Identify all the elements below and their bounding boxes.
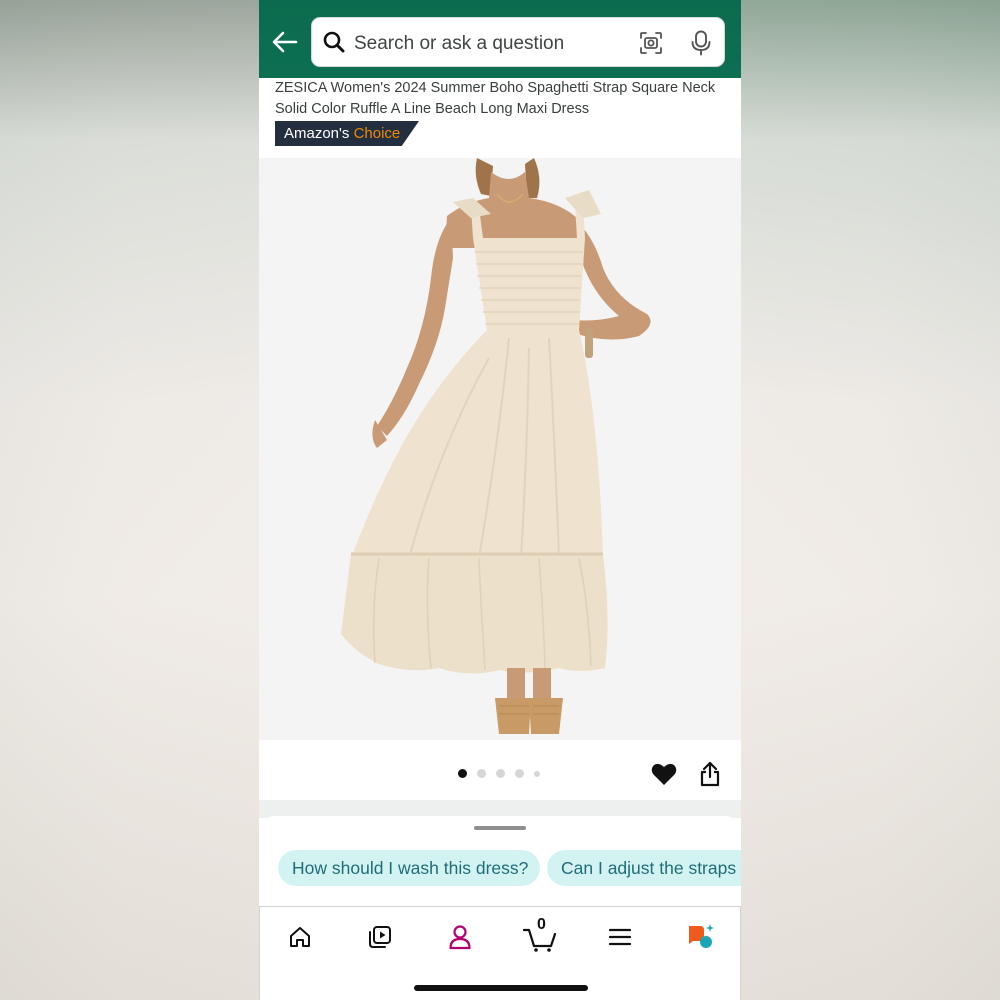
background-left-blur <box>0 0 259 1000</box>
sheet-drag-handle[interactable] <box>474 826 526 830</box>
account-icon <box>449 925 471 950</box>
nav-home[interactable] <box>278 917 322 957</box>
home-indicator <box>414 985 588 991</box>
pagination-dot-5[interactable] <box>534 770 540 777</box>
search-input[interactable] <box>352 28 626 60</box>
nav-account[interactable] <box>438 917 482 957</box>
home-icon <box>290 927 310 947</box>
pagination-dot-1[interactable] <box>458 769 467 778</box>
image-pagination-row <box>259 740 741 800</box>
pagination-dot-4[interactable] <box>515 769 524 778</box>
pagination-dot-3[interactable] <box>496 769 505 778</box>
search-icon <box>323 31 345 53</box>
product-title-area: ZESICA Women's 2024 Summer Boho Spaghett… <box>259 78 741 158</box>
phone-screen: ZESICA Women's 2024 Summer Boho Spaghett… <box>259 0 741 1000</box>
camera-lens-icon[interactable] <box>639 31 663 55</box>
share-icon[interactable] <box>699 761 721 787</box>
video-play-icon <box>369 926 391 948</box>
image-pagination-dots[interactable] <box>458 769 540 778</box>
heart-icon[interactable] <box>651 762 677 786</box>
back-arrow-icon <box>272 31 298 53</box>
bottom-navigation: 0 <box>259 906 741 1000</box>
badge-prefix: Amazon's <box>284 125 350 142</box>
microphone-icon[interactable] <box>690 30 712 56</box>
top-search-bar <box>259 0 741 78</box>
product-photo-illustration <box>259 158 741 740</box>
back-button[interactable] <box>271 26 299 58</box>
product-image[interactable] <box>259 158 741 740</box>
background-right-blur <box>741 0 1000 1000</box>
nav-video[interactable] <box>358 917 402 957</box>
pagination-dot-2[interactable] <box>477 769 486 778</box>
suggestion-chip-wash[interactable]: How should I wash this dress? <box>278 850 540 886</box>
suggestion-chip-straps[interactable]: Can I adjust the straps <box>547 850 741 886</box>
nav-ai-assistant[interactable] <box>678 917 722 957</box>
menu-icon <box>608 928 632 946</box>
badge-highlight: Choice <box>353 125 401 142</box>
product-title[interactable]: ZESICA Women's 2024 Summer Boho Spaghett… <box>275 78 725 120</box>
nav-menu[interactable] <box>598 917 642 957</box>
ai-assistant-icon <box>689 924 714 948</box>
search-box[interactable] <box>311 17 725 67</box>
amazons-choice-badge: Amazon's Choice <box>275 121 419 146</box>
nav-cart[interactable]: 0 <box>518 916 562 957</box>
ai-suggestions-sheet: How should I wash this dress? Can I adju… <box>259 816 741 908</box>
cart-count: 0 <box>537 916 546 933</box>
